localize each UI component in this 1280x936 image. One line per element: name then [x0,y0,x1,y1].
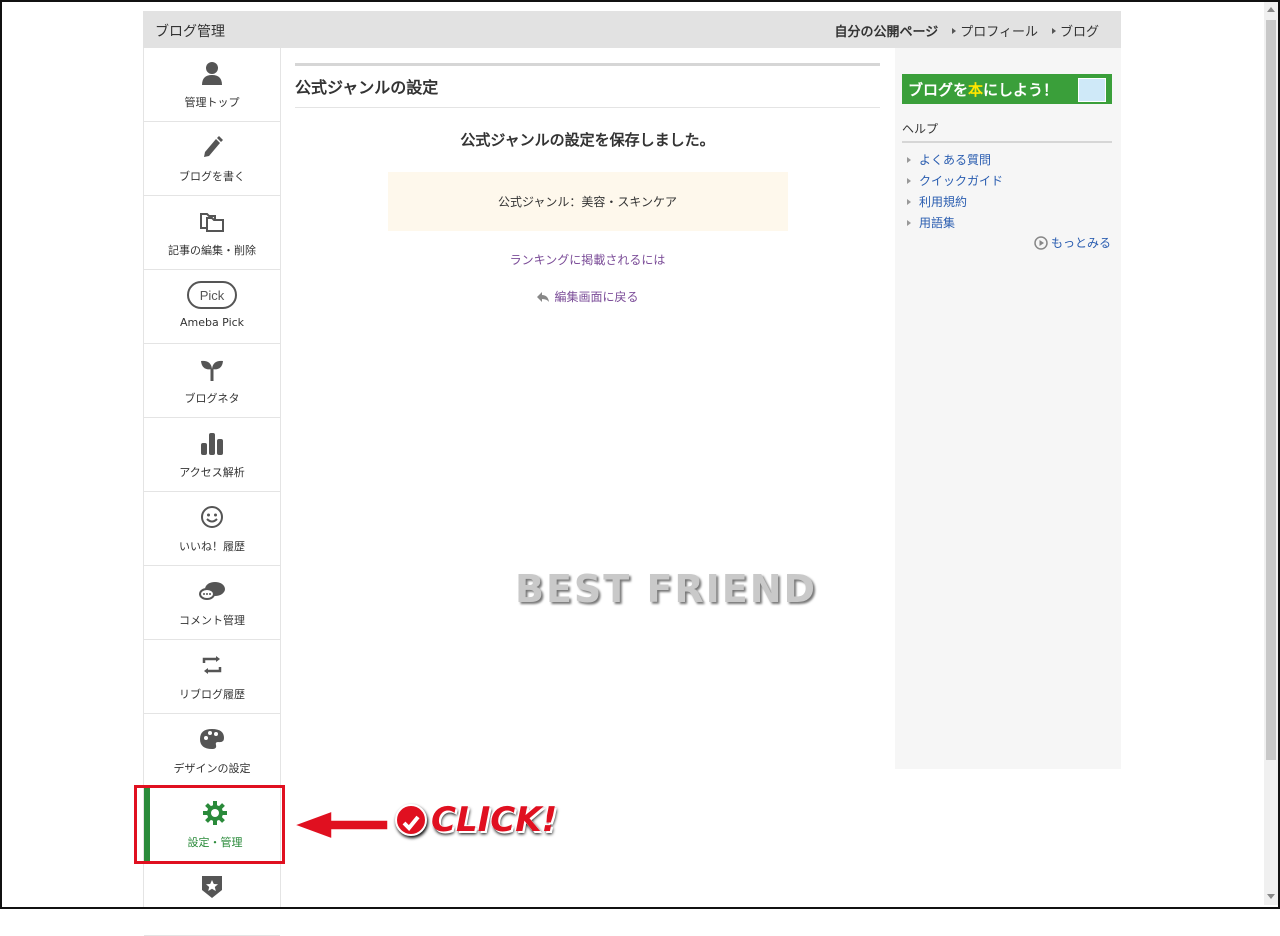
sidebar-item-label: ブログネタ [184,392,240,405]
sidebar-item-reblog[interactable]: リブログ履歴 [144,640,280,714]
sidebar-item-comments[interactable]: コメント管理 [144,566,280,640]
help-link-quickguide[interactable]: クイックガイド [919,172,1003,189]
nav-public-page-label: 自分の公開ページ [834,25,939,40]
sidebar-item-premium[interactable] [144,862,280,936]
checkmark-icon [395,804,427,836]
blog-book-banner[interactable]: ブログを本にしよう！ [902,74,1112,104]
nav-public-page[interactable]: 自分の公開ページ [834,21,938,40]
triangle-icon [907,156,911,163]
genre-text: 公式ジャンル：美容・スキンケア [497,195,678,209]
help-link-glossary[interactable]: 用語集 [919,214,955,231]
sidebar-item-label: アクセス解析 [179,466,245,479]
section-heading: 公式ジャンルの設定 [295,74,880,108]
triangle-icon [907,198,911,205]
nav-blog[interactable]: ブログ [1051,21,1099,40]
scrollbar[interactable] [1264,2,1278,905]
sprout-icon [144,356,280,382]
comment-icon [144,578,280,604]
banner-text-hon: 本 [968,80,984,99]
banner-text-post: にしよう！ [983,80,1059,99]
sidebar-item-label: デザインの設定 [173,762,251,775]
main-content: 公式ジャンルの設定 公式ジャンルの設定を保存しました。 公式ジャンル：美容・スキ… [295,63,880,305]
more-link[interactable]: もっとみる [1051,234,1111,251]
sidebar-item-likes[interactable]: いいね！履歴 [144,492,280,566]
sidebar-item-label: Ameba Pick [179,316,245,329]
red-arrow-icon [292,809,389,841]
nav-profile[interactable]: プロフィール [952,21,1038,40]
help-link-faq[interactable]: よくある質問 [919,151,991,168]
sidebar-item-label: 管理トップ [184,96,240,109]
save-message: 公式ジャンルの設定を保存しました。 [460,131,715,149]
list-item: 利用規約 [907,191,1003,212]
person-icon [144,60,280,86]
triangle-icon [952,27,957,34]
ranking-link-row: ランキングに掲載されるには [295,251,880,268]
triangle-icon [907,177,911,184]
watermark: BEST FRIEND [515,567,818,611]
genre-box: 公式ジャンル：美容・スキンケア [387,172,788,231]
scroll-up-arrow-icon[interactable] [1266,4,1276,16]
reblog-icon [144,652,280,678]
list-item: 用語集 [907,212,1003,233]
list-item: クイックガイド [907,170,1003,191]
star-shield-icon [144,874,280,900]
sidebar-item-label: いいね！履歴 [179,540,245,553]
sidebar-item-label: ブログを書く [179,170,245,183]
list-item: よくある質問 [907,149,1003,170]
pick-icon: Pick [144,281,280,309]
sidebar-item-label: 記事の編集・削除 [168,244,256,257]
triangle-icon [1051,27,1056,34]
back-link-row: 編集画面に戻る [295,288,880,305]
nav-blog-label: ブログ [1059,25,1099,40]
ranking-link[interactable]: ランキングに掲載されるには [510,253,666,267]
smiley-icon [144,504,280,530]
sidebar-item-neta[interactable]: ブログネタ [144,344,280,418]
click-callout: CLICK! [395,800,557,840]
sidebar-item-label: コメント管理 [179,614,245,627]
banner-text-pre: ブログを [908,80,969,99]
header-nav: 自分の公開ページ プロフィール ブログ [834,21,1099,40]
sidebar: 管理トップ ブログを書く 記事の編集・削除 Pick Ameba Pick ブロ… [143,48,281,936]
help-list: よくある質問 クイックガイド 利用規約 用語集 [907,149,1003,233]
blog-admin-page: ブログ管理 自分の公開ページ プロフィール ブログ 管理トップ ブログを書く 記… [143,11,1121,936]
page-title: ブログ管理 [155,24,225,40]
scroll-down-arrow-icon[interactable] [1266,891,1276,903]
sidebar-item-design[interactable]: デザインの設定 [144,714,280,788]
sidebar-item-analytics[interactable]: アクセス解析 [144,418,280,492]
more-link-row: もっとみる [1034,234,1111,251]
back-to-edit-link[interactable]: 編集画面に戻る [554,288,638,305]
sidebar-item-edit[interactable]: 記事の編集・削除 [144,196,280,270]
right-column: ブログを本にしよう！ ヘルプ よくある質問 クイックガイド 利用規約 用語集 も… [895,48,1121,769]
palette-icon [144,726,280,752]
pick-icon-text: Pick [200,288,225,303]
sidebar-item-write[interactable]: ブログを書く [144,122,280,196]
help-link-terms[interactable]: 利用規約 [919,193,967,210]
click-text: CLICK! [431,800,558,840]
help-title: ヘルプ [902,120,1112,143]
scroll-thumb[interactable] [1266,20,1276,760]
sidebar-item-pick[interactable]: Pick Ameba Pick [144,270,280,344]
triangle-icon [907,219,911,226]
top-divider [295,63,880,66]
sidebar-item-label: リブログ履歴 [179,688,245,701]
header-bar: ブログ管理 自分の公開ページ プロフィール ブログ [143,11,1121,48]
back-arrow-icon [537,291,550,302]
play-circle-icon [1034,235,1048,250]
bar-chart-icon [144,430,280,456]
sidebar-item-top[interactable]: 管理トップ [144,48,280,122]
highlight-box [134,785,285,864]
pencil-icon [144,134,280,160]
nav-profile-label: プロフィール [960,25,1038,40]
book-icon [1078,78,1106,102]
folders-icon [144,208,280,234]
